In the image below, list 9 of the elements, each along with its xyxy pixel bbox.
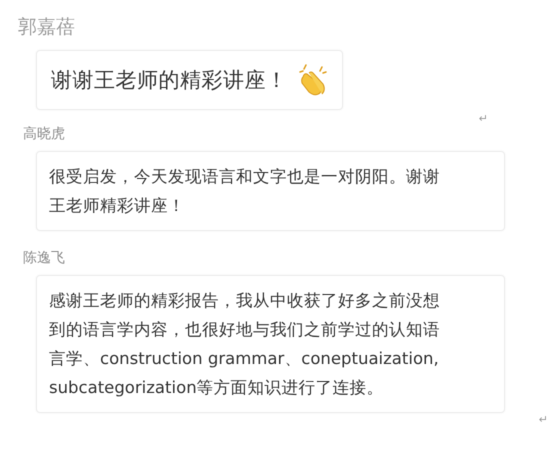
paragraph-mark: ↵ (478, 112, 488, 125)
message-text: 很受启发，今天发现语言和文字也是一对阴阳。谢谢 王老师精彩讲座！ (49, 166, 440, 217)
message-text: 谢谢王老师的精彩讲座！ (51, 67, 288, 94)
sender-name: 郭嘉蓓 (18, 15, 75, 40)
paragraph-mark: ↵ (538, 413, 548, 426)
clapping-hands-icon (298, 63, 328, 97)
message-text: 感谢王老师的精彩报告，我从中收获了好多之前没想 到的语言学内容，也很好地与我们之前学过的认知语 言学、construction grammar、coneptuaization, subcategorization等方面知识进行了连接。 (49, 290, 440, 399)
sender-name: 陈逸飞 (23, 249, 65, 267)
sender-name: 高晓虎 (23, 125, 65, 143)
